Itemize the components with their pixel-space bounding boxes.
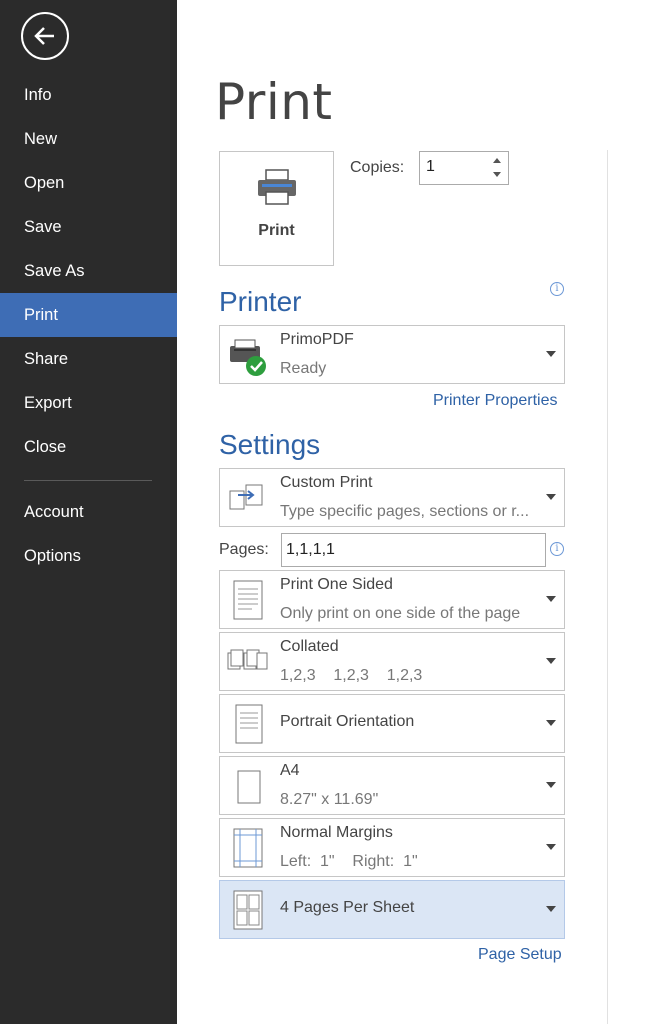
printer-dropdown[interactable]: PrimoPDF Ready xyxy=(219,325,565,384)
nav-export[interactable]: Export xyxy=(0,381,177,425)
sides-title: Print One Sided xyxy=(280,576,393,593)
copies-value: 1 xyxy=(426,158,435,175)
printer-name: PrimoPDF xyxy=(280,331,354,348)
chevron-down-icon xyxy=(546,844,556,850)
margins-title: Normal Margins xyxy=(280,824,393,841)
nav-save[interactable]: Save xyxy=(0,205,177,249)
margins-dropdown[interactable]: Normal Margins Left: 1" Right: 1" xyxy=(219,818,565,877)
paper-size-icon xyxy=(237,770,261,804)
sides-dropdown[interactable]: Print One Sided Only print on one side o… xyxy=(219,570,565,629)
nav-print[interactable]: Print xyxy=(0,293,177,337)
copies-label: Copies: xyxy=(350,159,405,176)
paper-size-subtitle: 8.27" x 11.69" xyxy=(280,791,379,808)
settings-heading: Settings xyxy=(219,429,321,460)
chevron-down-icon xyxy=(546,596,556,602)
portrait-page-icon xyxy=(235,704,263,744)
collated-icon xyxy=(227,649,268,670)
collation-title: Collated xyxy=(280,638,339,655)
backstage-sidebar: Info New Open Save Save As Print Share E… xyxy=(0,0,177,1024)
margins-icon xyxy=(233,828,263,868)
printer-heading: Printer xyxy=(219,286,302,317)
nav-close[interactable]: Close xyxy=(0,425,177,469)
collation-dropdown[interactable]: Collated 1,2,3 1,2,3 1,2,3 xyxy=(219,632,565,691)
paper-size-title: A4 xyxy=(280,762,300,779)
one-sided-icon xyxy=(233,580,263,620)
pages-per-sheet-dropdown[interactable]: 4 Pages Per Sheet xyxy=(219,880,565,939)
page-title: Print xyxy=(215,73,333,131)
nav-account[interactable]: Account xyxy=(0,490,177,534)
pages-input[interactable]: 1,1,1,1 xyxy=(281,533,546,567)
chevron-down-icon xyxy=(546,782,556,788)
collation-subtitle: 1,2,3 1,2,3 1,2,3 xyxy=(280,667,423,684)
orientation-dropdown[interactable]: Portrait Orientation xyxy=(219,694,565,753)
chevron-down-icon xyxy=(546,906,556,912)
chevron-down-icon xyxy=(546,720,556,726)
pages-per-sheet-title: 4 Pages Per Sheet xyxy=(280,899,415,916)
nav-info[interactable]: Info xyxy=(0,73,177,117)
orientation-title: Portrait Orientation xyxy=(280,713,415,730)
print-button[interactable]: Print xyxy=(219,151,334,266)
pages-label: Pages: xyxy=(219,541,269,558)
nav-open[interactable]: Open xyxy=(0,161,177,205)
pages-info-icon[interactable]: i xyxy=(550,542,564,556)
chevron-down-icon xyxy=(546,658,556,664)
print-range-title: Custom Print xyxy=(280,474,373,491)
nav-share[interactable]: Share xyxy=(0,337,177,381)
pages-per-sheet-icon xyxy=(233,890,263,930)
chevron-down-icon xyxy=(546,494,556,500)
chevron-down-icon xyxy=(546,351,556,357)
copies-input[interactable]: 1 xyxy=(419,151,509,185)
print-range-subtitle: Type specific pages, sections or r... xyxy=(280,503,530,520)
sides-subtitle: Only print on one side of the page xyxy=(280,605,521,622)
preview-divider xyxy=(607,150,608,1024)
print-button-label: Print xyxy=(258,222,295,239)
paper-size-dropdown[interactable]: A4 8.27" x 11.69" xyxy=(219,756,565,815)
nav-options[interactable]: Options xyxy=(0,534,177,578)
nav-save-as[interactable]: Save As xyxy=(0,249,177,293)
margins-subtitle: Left: 1" Right: 1" xyxy=(280,853,418,870)
printer-status: Ready xyxy=(280,360,327,377)
printer-info-icon[interactable]: i xyxy=(550,282,564,296)
spin-down-icon[interactable] xyxy=(492,171,502,179)
nav-divider xyxy=(24,480,152,481)
spin-up-icon[interactable] xyxy=(492,156,502,164)
back-arrow-icon xyxy=(34,27,54,45)
print-range-dropdown[interactable]: Custom Print Type specific pages, sectio… xyxy=(219,468,565,527)
custom-pages-icon xyxy=(229,484,263,510)
printer-properties-link[interactable]: Printer Properties xyxy=(433,392,558,410)
nav-new[interactable]: New xyxy=(0,117,177,161)
back-button[interactable] xyxy=(21,12,69,60)
printer-icon xyxy=(258,169,296,205)
printer-ready-icon xyxy=(230,339,266,376)
page-setup-link[interactable]: Page Setup xyxy=(478,946,562,964)
